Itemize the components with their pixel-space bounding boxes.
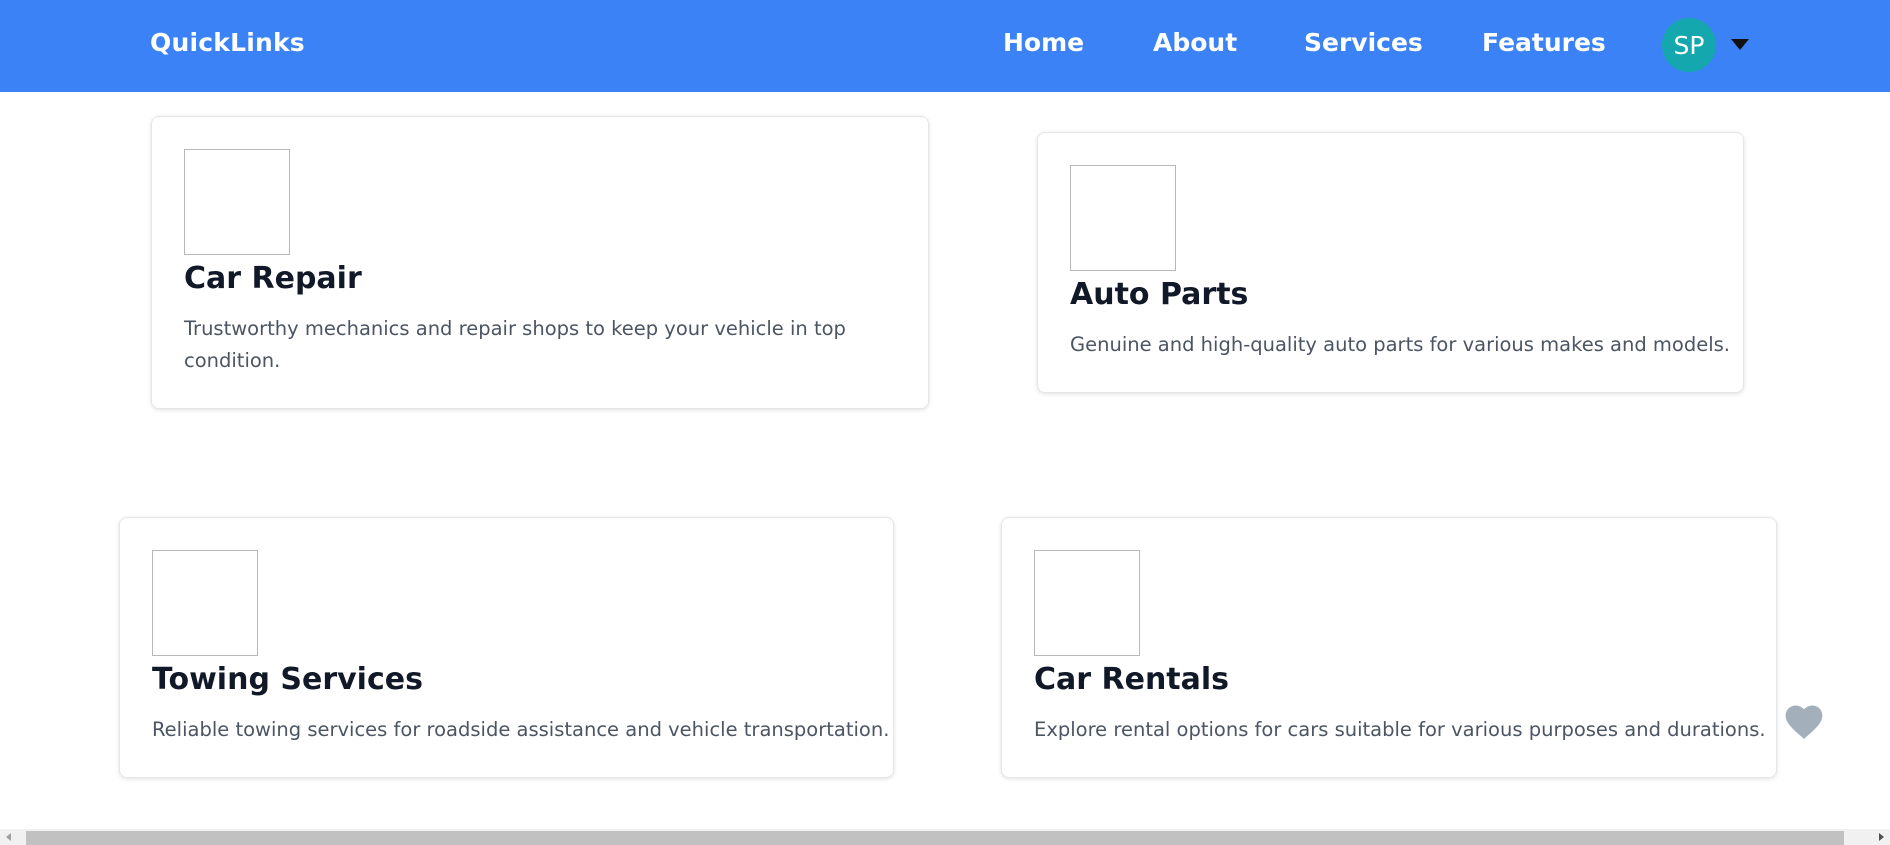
card-title: Auto Parts [1070,277,1249,312]
card-title: Towing Services [152,662,423,697]
heart-icon[interactable] [1782,700,1826,744]
horizontal-scrollbar[interactable] [0,829,1890,845]
card-description: Trustworthy mechanics and repair shops t… [184,317,846,372]
card-description: Reliable towing services for roadside as… [152,718,890,741]
nav-link-home[interactable]: Home [1003,28,1084,57]
nav-link-services[interactable]: Services [1304,28,1423,57]
service-card-towing-services[interactable]: Towing Services Reliable towing services… [119,517,894,778]
card-image-placeholder [184,149,290,255]
caret-down-icon[interactable] [1731,39,1749,50]
service-card-auto-parts[interactable]: Auto Parts Genuine and high-quality auto… [1037,132,1744,393]
page: QuickLinks Home About Services Features … [0,0,1890,845]
scrollbar-thumb[interactable] [26,831,1844,845]
card-description: Explore rental options for cars suitable… [1034,718,1766,741]
scroll-left-arrow-icon[interactable] [0,829,18,845]
card-image-placeholder [152,550,258,656]
service-card-car-repair[interactable]: Car Repair Trustworthy mechanics and rep… [151,116,929,409]
nav-link-about[interactable]: About [1153,28,1237,57]
card-description: Genuine and high-quality auto parts for … [1070,333,1731,356]
service-card-car-rentals[interactable]: Car Rentals Explore rental options for c… [1001,517,1777,778]
scroll-right-arrow-icon[interactable] [1872,829,1890,845]
card-title: Car Rentals [1034,662,1230,697]
card-image-placeholder [1034,550,1140,656]
navbar: QuickLinks Home About Services Features … [0,0,1890,92]
card-image-placeholder [1070,165,1176,271]
user-avatar[interactable]: SP [1662,18,1716,72]
nav-link-features[interactable]: Features [1482,28,1606,57]
card-title: Car Repair [184,261,362,296]
brand-logo[interactable]: QuickLinks [150,28,305,57]
